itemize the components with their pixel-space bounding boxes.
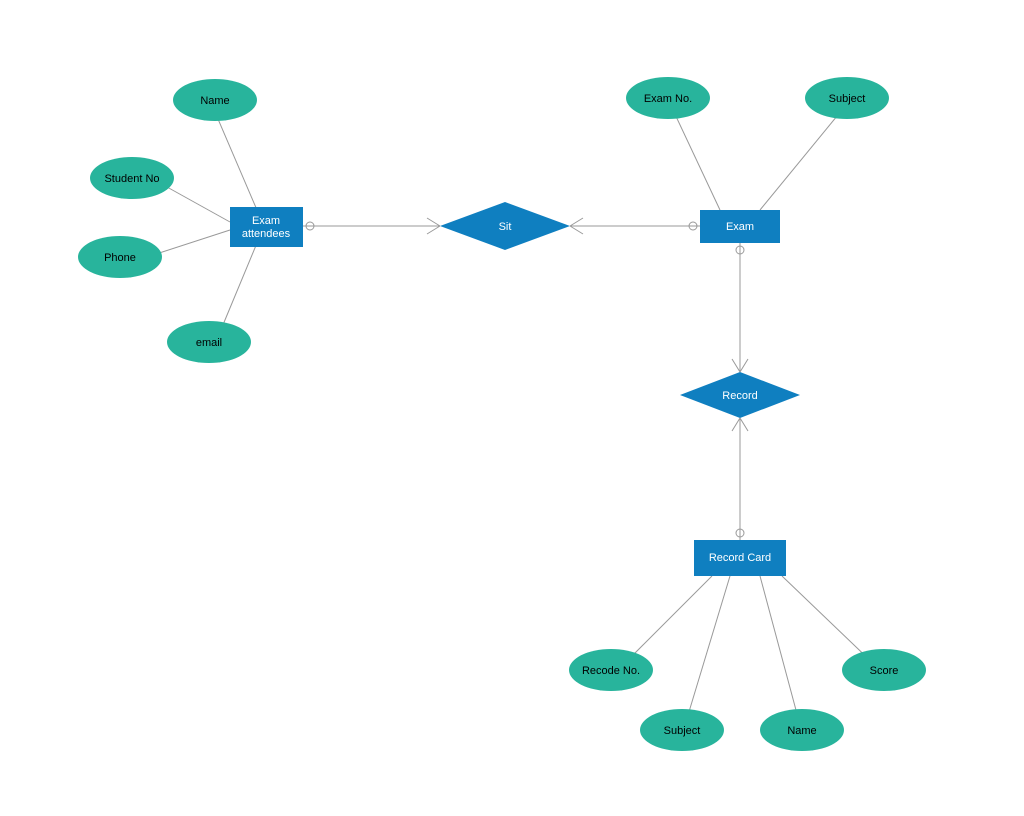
attribute-recode-no-label: Recode No. xyxy=(582,665,640,677)
connector-examno-exam xyxy=(673,110,720,210)
connector-phone-attendees xyxy=(150,230,230,256)
connector-name-attendees xyxy=(215,112,257,210)
attribute-name1-label: Name xyxy=(200,95,229,107)
relationship-record-label: Record xyxy=(722,390,757,402)
attribute-subject1-label: Subject xyxy=(829,93,866,105)
connector-subject-exam xyxy=(760,110,842,210)
entity-exam-attendees-label-1: Exam xyxy=(252,215,280,227)
crowfoot-4 xyxy=(732,418,748,431)
entity-exam-attendees-label-2: attendees xyxy=(242,228,291,240)
connector-email-attendees xyxy=(220,243,257,332)
relationship-sit-label: Sit xyxy=(499,221,512,233)
entity-exam-label: Exam xyxy=(726,221,754,233)
entity-record-card-label: Record Card xyxy=(709,552,771,564)
attribute-subject2-label: Subject xyxy=(664,725,701,737)
attribute-name2-label: Name xyxy=(787,725,816,737)
er-diagram: Exam attendees Exam Record Card Sit Reco… xyxy=(0,0,1024,816)
attribute-student-no-label: Student No xyxy=(104,173,159,185)
attribute-phone-label: Phone xyxy=(104,252,136,264)
attribute-email-label: email xyxy=(196,337,222,349)
attribute-score-label: Score xyxy=(870,665,899,677)
crowfoot-3 xyxy=(732,359,748,372)
crowfoot-2 xyxy=(570,218,583,234)
connector-name2-recordcard xyxy=(760,576,800,725)
attribute-exam-no-label: Exam No. xyxy=(644,93,692,105)
crowfoot-1 xyxy=(427,218,440,234)
connector-subject2-recordcard xyxy=(685,576,730,725)
